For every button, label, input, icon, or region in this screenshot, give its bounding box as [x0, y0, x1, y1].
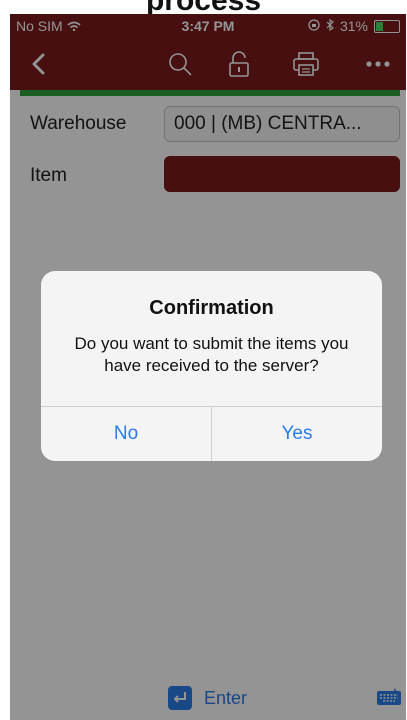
yes-button[interactable]: Yes — [212, 407, 382, 461]
confirmation-dialog: Confirmation Do you want to submit the i… — [41, 271, 382, 461]
cropped-header-text: process — [0, 0, 407, 14]
dialog-message: Do you want to submit the items you have… — [74, 334, 349, 375]
app-screen: No SIM 3:47 PM 31% Warehouse 000 | (MB) … — [10, 14, 406, 720]
dialog-title: Confirmation — [149, 297, 274, 319]
no-button[interactable]: No — [41, 407, 211, 461]
cropped-header: process — [0, 0, 407, 14]
